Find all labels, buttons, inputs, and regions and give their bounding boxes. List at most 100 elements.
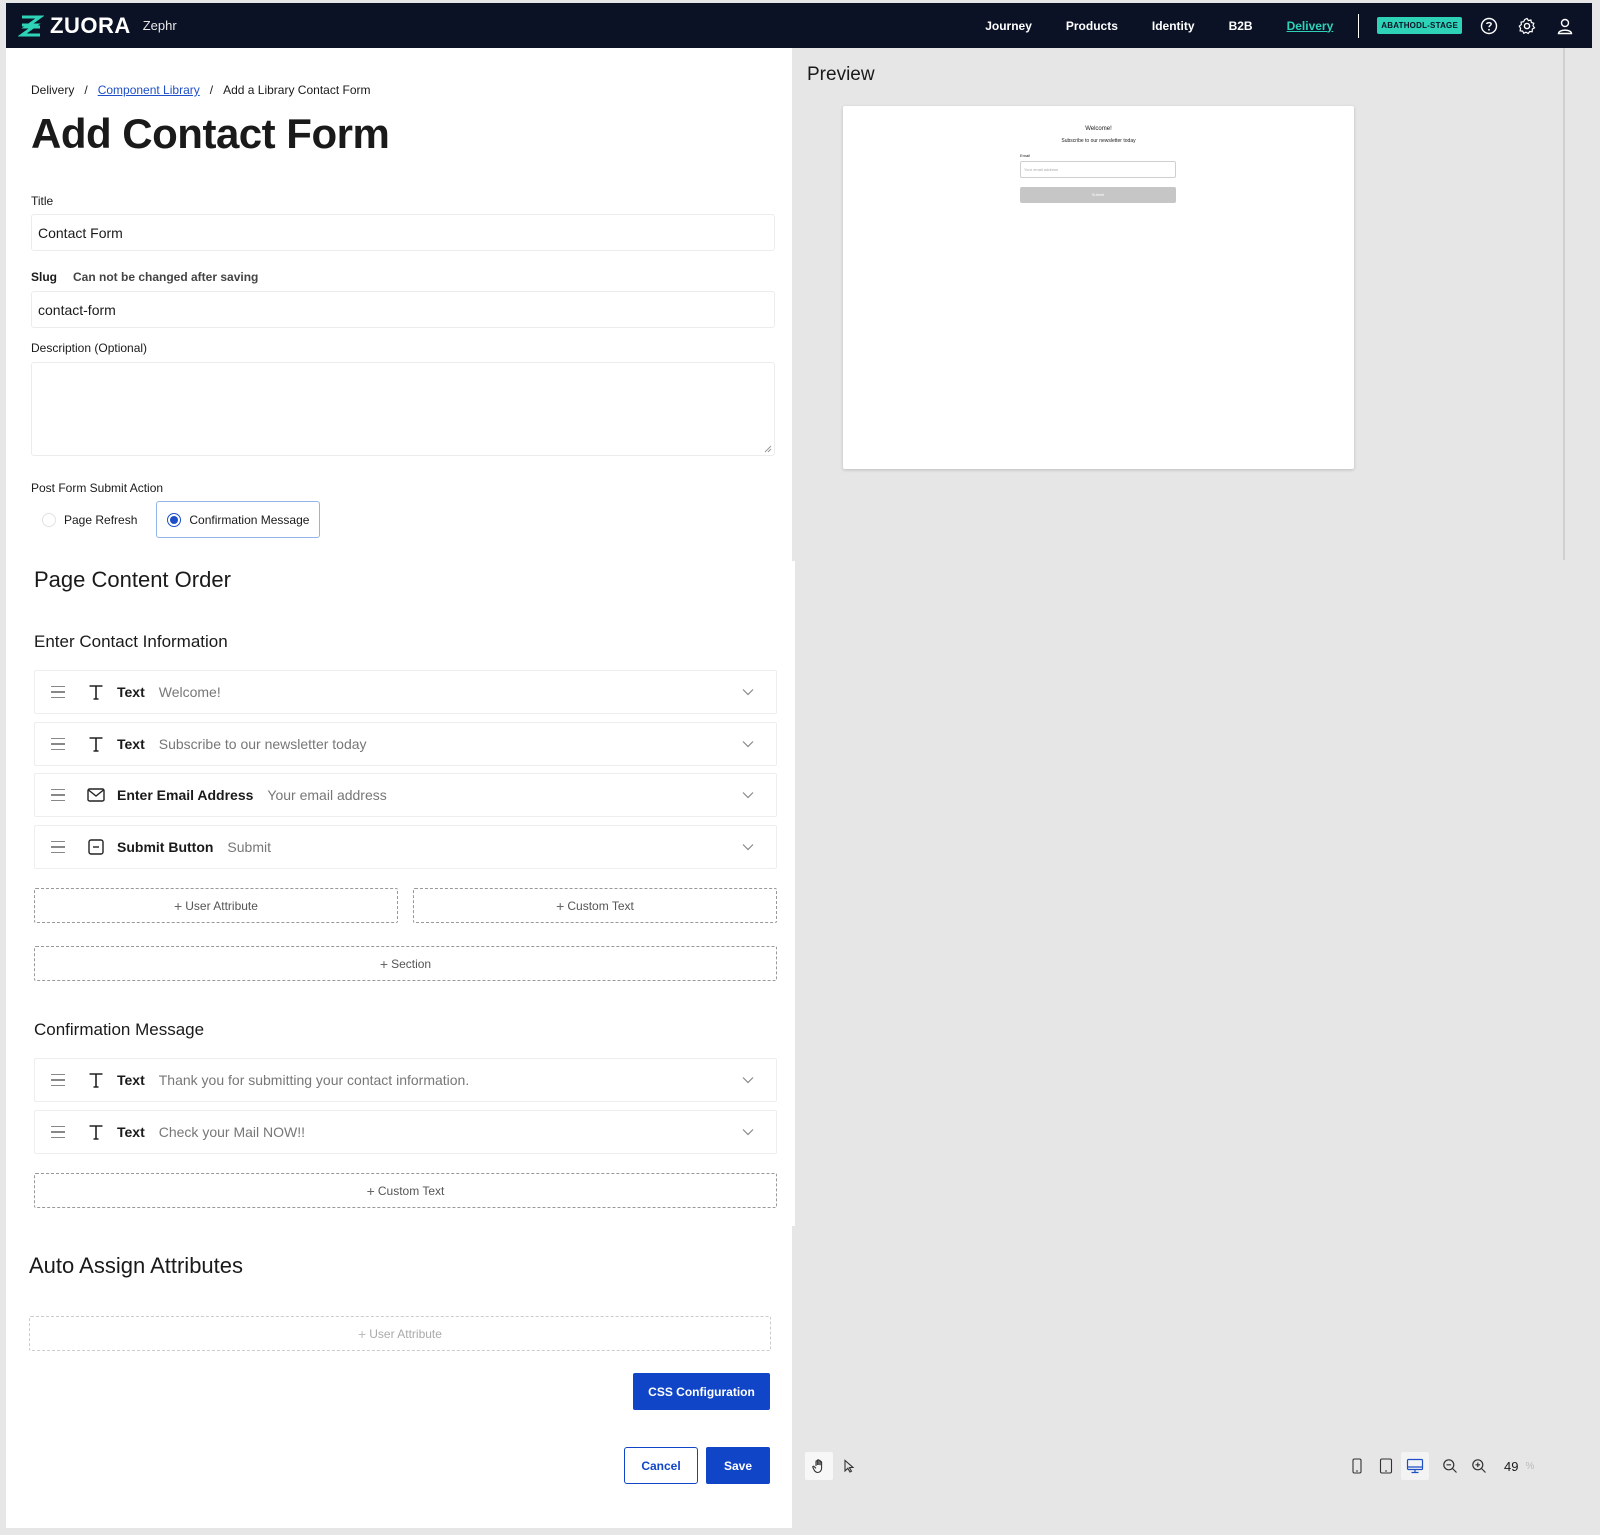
nav-item-b2b[interactable]: B2B <box>1229 19 1253 33</box>
preview-subtitle-text: Subscribe to our newsletter today <box>1061 138 1136 144</box>
plus-icon: + <box>556 897 565 914</box>
chevron-down-icon[interactable] <box>742 1126 754 1138</box>
drag-handle-icon[interactable] <box>51 840 65 854</box>
zoom-in-icon[interactable] <box>1465 1452 1493 1480</box>
top-nav: ZUORA Zephr Journey Products Identity B2… <box>6 3 1592 48</box>
nav-item-journey[interactable]: Journey <box>985 19 1032 33</box>
scrollbar-track[interactable] <box>1563 48 1565 560</box>
slug-input[interactable] <box>31 291 775 328</box>
chevron-down-icon[interactable] <box>742 789 754 801</box>
css-configuration-button[interactable]: CSS Configuration <box>633 1373 770 1410</box>
zoom-out-icon[interactable] <box>1436 1452 1464 1480</box>
environment-badge[interactable]: ABATHODL-STAGE <box>1377 17 1462 34</box>
drag-handle-icon[interactable] <box>51 685 65 699</box>
save-button[interactable]: Save <box>706 1447 770 1484</box>
add-custom-text-button[interactable]: + Custom Text <box>413 888 777 923</box>
nav-divider <box>1358 13 1360 38</box>
auto-assign-heading: Auto Assign Attributes <box>29 1253 244 1278</box>
mobile-view-icon[interactable] <box>1343 1452 1371 1480</box>
radio-label: Confirmation Message <box>189 512 310 527</box>
nav-item-products[interactable]: Products <box>1066 19 1118 33</box>
title-input[interactable] <box>31 214 775 251</box>
plus-icon: + <box>379 955 389 972</box>
add-user-attribute-label: User Attribute <box>369 1326 442 1341</box>
post-submit-label: Post Form Submit Action <box>31 481 164 495</box>
preview-submit-button: Submit <box>1020 187 1176 203</box>
zuora-logo-icon <box>18 15 44 36</box>
row-value: Subscribe to our newsletter today <box>158 736 367 752</box>
canvas-tools <box>805 1452 863 1480</box>
row-value: Submit <box>227 839 271 855</box>
content-row-welcome[interactable]: Text Welcome! <box>34 670 777 714</box>
preview-heading: Preview <box>807 64 875 85</box>
row-type: Text <box>117 736 145 752</box>
content-row-submit[interactable]: Submit Button Submit <box>34 825 777 869</box>
confirmation-row-thank-you[interactable]: Text Thank you for submitting your conta… <box>34 1058 777 1102</box>
radio-page-refresh[interactable]: Page Refresh <box>31 501 148 538</box>
slug-label: Slug <box>31 270 57 284</box>
preview-canvas: Welcome! Subscribe to our newsletter tod… <box>843 106 1354 469</box>
confirmation-section-heading: Confirmation Message <box>34 1020 205 1039</box>
row-value: Your email address <box>267 787 387 803</box>
nav-item-delivery[interactable]: Delivery <box>1287 19 1334 33</box>
hand-tool-icon[interactable] <box>805 1452 833 1480</box>
slug-hint: Can not be changed after saving <box>73 270 259 284</box>
desktop-view-icon[interactable] <box>1401 1452 1429 1480</box>
text-icon <box>87 1071 105 1089</box>
plus-icon: + <box>366 1182 375 1199</box>
description-label: Description (Optional) <box>31 341 148 355</box>
drag-handle-icon[interactable] <box>51 737 65 751</box>
user-icon[interactable] <box>1554 15 1576 37</box>
content-row-email[interactable]: Enter Email Address Your email address <box>34 773 777 817</box>
breadcrumb: Delivery / Component Library / Add a Lib… <box>31 83 371 97</box>
preview-email-label: Email <box>1020 153 1031 158</box>
content-row-subscribe[interactable]: Text Subscribe to our newsletter today <box>34 722 777 766</box>
text-icon <box>87 735 105 753</box>
help-icon[interactable] <box>1478 15 1500 37</box>
radio-confirmation-message[interactable]: Confirmation Message <box>156 501 321 538</box>
brand[interactable]: ZUORA Zephr <box>18 13 177 39</box>
radio-circle[interactable] <box>167 512 182 527</box>
row-type: Text <box>117 684 145 700</box>
gear-icon[interactable] <box>1516 15 1538 37</box>
page-content-order-panel: Page Content Order Enter Contact Informa… <box>6 561 795 1226</box>
chevron-down-icon[interactable] <box>742 738 754 750</box>
drag-handle-icon[interactable] <box>51 788 65 802</box>
slug-label-row: Slug Can not be changed after saving <box>31 270 258 284</box>
page-content-order-heading: Page Content Order <box>34 567 231 592</box>
row-value: Check your Mail NOW!! <box>158 1124 305 1140</box>
viewport-zoom-tools: 49 % <box>1343 1452 1534 1480</box>
tablet-view-icon[interactable] <box>1372 1452 1400 1480</box>
breadcrumb-separator: / <box>84 83 88 97</box>
auto-assign-add-user-attribute-button[interactable]: + User Attribute <box>29 1316 771 1351</box>
brand-name: ZUORA <box>50 12 131 38</box>
drag-handle-icon[interactable] <box>51 1073 65 1087</box>
row-type: Text <box>117 1072 145 1088</box>
radio-circle[interactable] <box>42 512 56 527</box>
description-textarea[interactable] <box>31 362 775 456</box>
breadcrumb-delivery: Delivery <box>31 83 75 97</box>
row-value: Thank you for submitting your contact in… <box>158 1072 470 1088</box>
chevron-down-icon[interactable] <box>742 686 754 698</box>
add-confirmation-custom-text-button[interactable]: + Custom Text <box>34 1173 777 1208</box>
breadcrumb-separator: / <box>209 83 214 97</box>
nav-item-identity[interactable]: Identity <box>1152 19 1195 33</box>
zoom-value[interactable]: 49 <box>1504 1459 1518 1474</box>
resize-handle-icon[interactable] <box>764 445 772 453</box>
preview-welcome-text: Welcome! <box>1085 126 1112 132</box>
product-name: Zephr <box>142 18 177 33</box>
breadcrumb-current: Add a Library Contact Form <box>223 83 371 97</box>
add-user-attribute-label: User Attribute <box>185 898 258 913</box>
confirmation-row-check-mail[interactable]: Text Check your Mail NOW!! <box>34 1110 777 1154</box>
drag-handle-icon[interactable] <box>51 1125 65 1139</box>
breadcrumb-component-library-link[interactable]: Component Library <box>98 83 200 97</box>
add-custom-text-label: Custom Text <box>377 1183 445 1198</box>
pointer-tool-icon[interactable] <box>835 1452 863 1480</box>
chevron-down-icon[interactable] <box>742 1074 754 1086</box>
radio-label: Page Refresh <box>64 512 138 527</box>
add-section-label: Section <box>391 956 432 971</box>
add-user-attribute-button[interactable]: + User Attribute <box>34 888 398 923</box>
add-section-button[interactable]: + Section <box>34 946 777 981</box>
cancel-button[interactable]: Cancel <box>624 1447 698 1484</box>
chevron-down-icon[interactable] <box>742 841 754 853</box>
